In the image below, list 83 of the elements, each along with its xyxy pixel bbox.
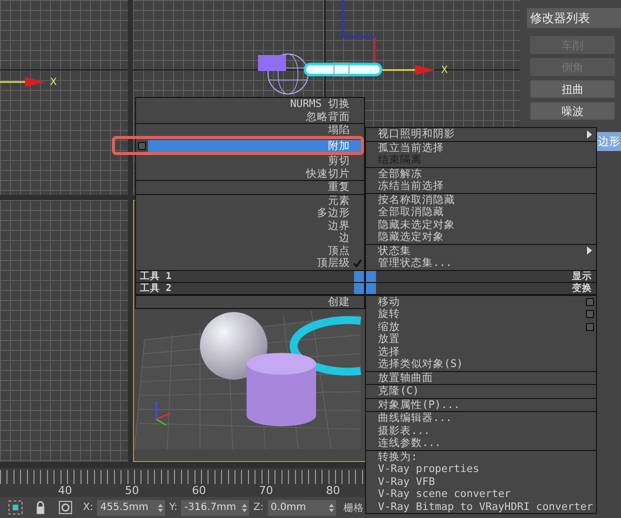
menu-item[interactable]: 连线参数... [366,437,596,450]
transform-mode-icon[interactable] [58,500,73,515]
options-box-icon[interactable] [586,310,594,318]
quadrant-title: 显示 [571,270,593,282]
submenu-arrow-icon [587,246,592,256]
modifier-list-dropdown[interactable]: 修改器列表 [527,8,621,28]
menu-item[interactable]: 放置轴曲面 [366,372,596,384]
menu-item[interactable]: 缩放 [366,320,596,333]
coordinate-label: Z: [253,502,264,513]
sphere-drawing [200,312,268,380]
axis-tripod-icon [156,401,170,426]
spinner-icon[interactable] [328,502,334,512]
menu-item[interactable]: V-Ray Bitmap to VRayHDRI converter [366,500,603,513]
menu-item[interactable]: 摄影表... [366,424,596,437]
quadrant-marker [354,270,364,282]
ruler-label: 50 [125,484,140,497]
options-box-icon[interactable] [138,142,146,150]
coordinate-label: X: [83,502,94,513]
menu-item[interactable]: 隐藏未选定对象 [366,218,596,231]
coordinate-field[interactable]: 0.0mm [268,500,336,516]
menu-item[interactable]: 移动 [366,296,596,308]
menu-item[interactable]: 冻结当前选择 [366,180,596,192]
x-axis-arrow-drawing [0,77,45,87]
grid-label: 栅格 [344,502,364,514]
menu-item[interactable]: 克隆(C) [366,385,596,398]
ruler-label: 40 [58,484,73,497]
axis-label: X [50,77,57,88]
menu-item[interactable]: 选择类似对象(S) [366,358,596,370]
menu-item[interactable]: V-Ray properties [366,463,596,476]
spinner-icon[interactable] [158,502,164,512]
menu-item[interactable]: 边 [136,232,364,244]
coordinate-label: Y: [169,502,178,513]
options-box-icon[interactable] [586,322,594,331]
quadrant-marker [366,282,376,294]
menu-item[interactable]: 对象属性(P)... [366,398,596,411]
x-axis-arrow-drawing [382,65,435,75]
options-box-icon[interactable] [586,298,594,306]
menu-item[interactable]: 选择 [366,346,596,358]
menu-item[interactable]: 顶点 [136,244,364,257]
menu-item[interactable]: 忽略背面 [136,110,364,123]
sphere-wireframe-drawing [258,54,308,94]
menu-item[interactable]: 全部取消隐藏 [366,206,596,218]
menu-item[interactable]: 塌陷 [136,124,364,136]
menu-item[interactable]: 按名称取消隐藏 [366,194,596,206]
modifier-button[interactable]: 噪波 [530,102,615,120]
coordinate-field[interactable]: 455.5mm [97,500,166,516]
menu-item[interactable]: 管理状态集... [366,257,596,270]
torus-drawing [290,316,362,376]
menu-item[interactable]: 顶层级 [136,257,364,270]
coordinate-field[interactable]: -316.7mm [181,500,250,516]
menu-item[interactable]: 快速切片 [136,168,364,180]
menu-item[interactable]: 曲线编辑器... [366,412,596,424]
quadrant-marker [354,282,364,294]
menu-item[interactable]: 创建 [136,296,364,308]
menu-item[interactable]: 孤立当前选择 [366,142,596,154]
menu-item[interactable]: 元素 [136,194,364,207]
check-icon [352,258,362,268]
menu-item[interactable]: 剪切 [136,155,364,168]
menu-item[interactable]: 隐藏选定对象 [366,231,596,244]
menu-item[interactable]: 转换为: [366,450,596,463]
quadrant-title: 工具 1 [139,270,172,282]
quadrant-marker [366,270,376,282]
menu-item[interactable]: 边界 [136,220,364,232]
menu-item[interactable]: 放置 [366,333,596,346]
menu-item[interactable]: 多边形 [136,207,364,220]
quadrant-title: 变换 [571,282,593,294]
axis-label: X [441,65,448,76]
modifier-button[interactable]: 扭曲 [530,80,615,98]
menu-item[interactable]: 全部解冻 [366,168,596,180]
quadrant-title: 工具 2 [139,282,172,294]
menu-item[interactable]: 重复 [136,181,364,194]
selection-icon[interactable] [8,500,23,515]
menu-item[interactable]: 旋转 [366,308,596,320]
menu-item[interactable]: V-Ray scene converter [366,488,596,500]
submenu-arrow-icon [587,130,592,139]
menu-item[interactable]: 视口照明和阴影 [366,128,596,140]
ruler-label: 60 [192,484,207,497]
spinner-icon[interactable] [242,502,248,512]
menu-item[interactable]: NURMS 切换 [136,98,364,110]
menu-item[interactable]: 状态集 [366,244,596,257]
ruler-label: 70 [259,484,274,497]
menu-item[interactable]: V-Ray VFB [366,476,596,488]
menu-item[interactable]: 附加 [136,140,364,152]
